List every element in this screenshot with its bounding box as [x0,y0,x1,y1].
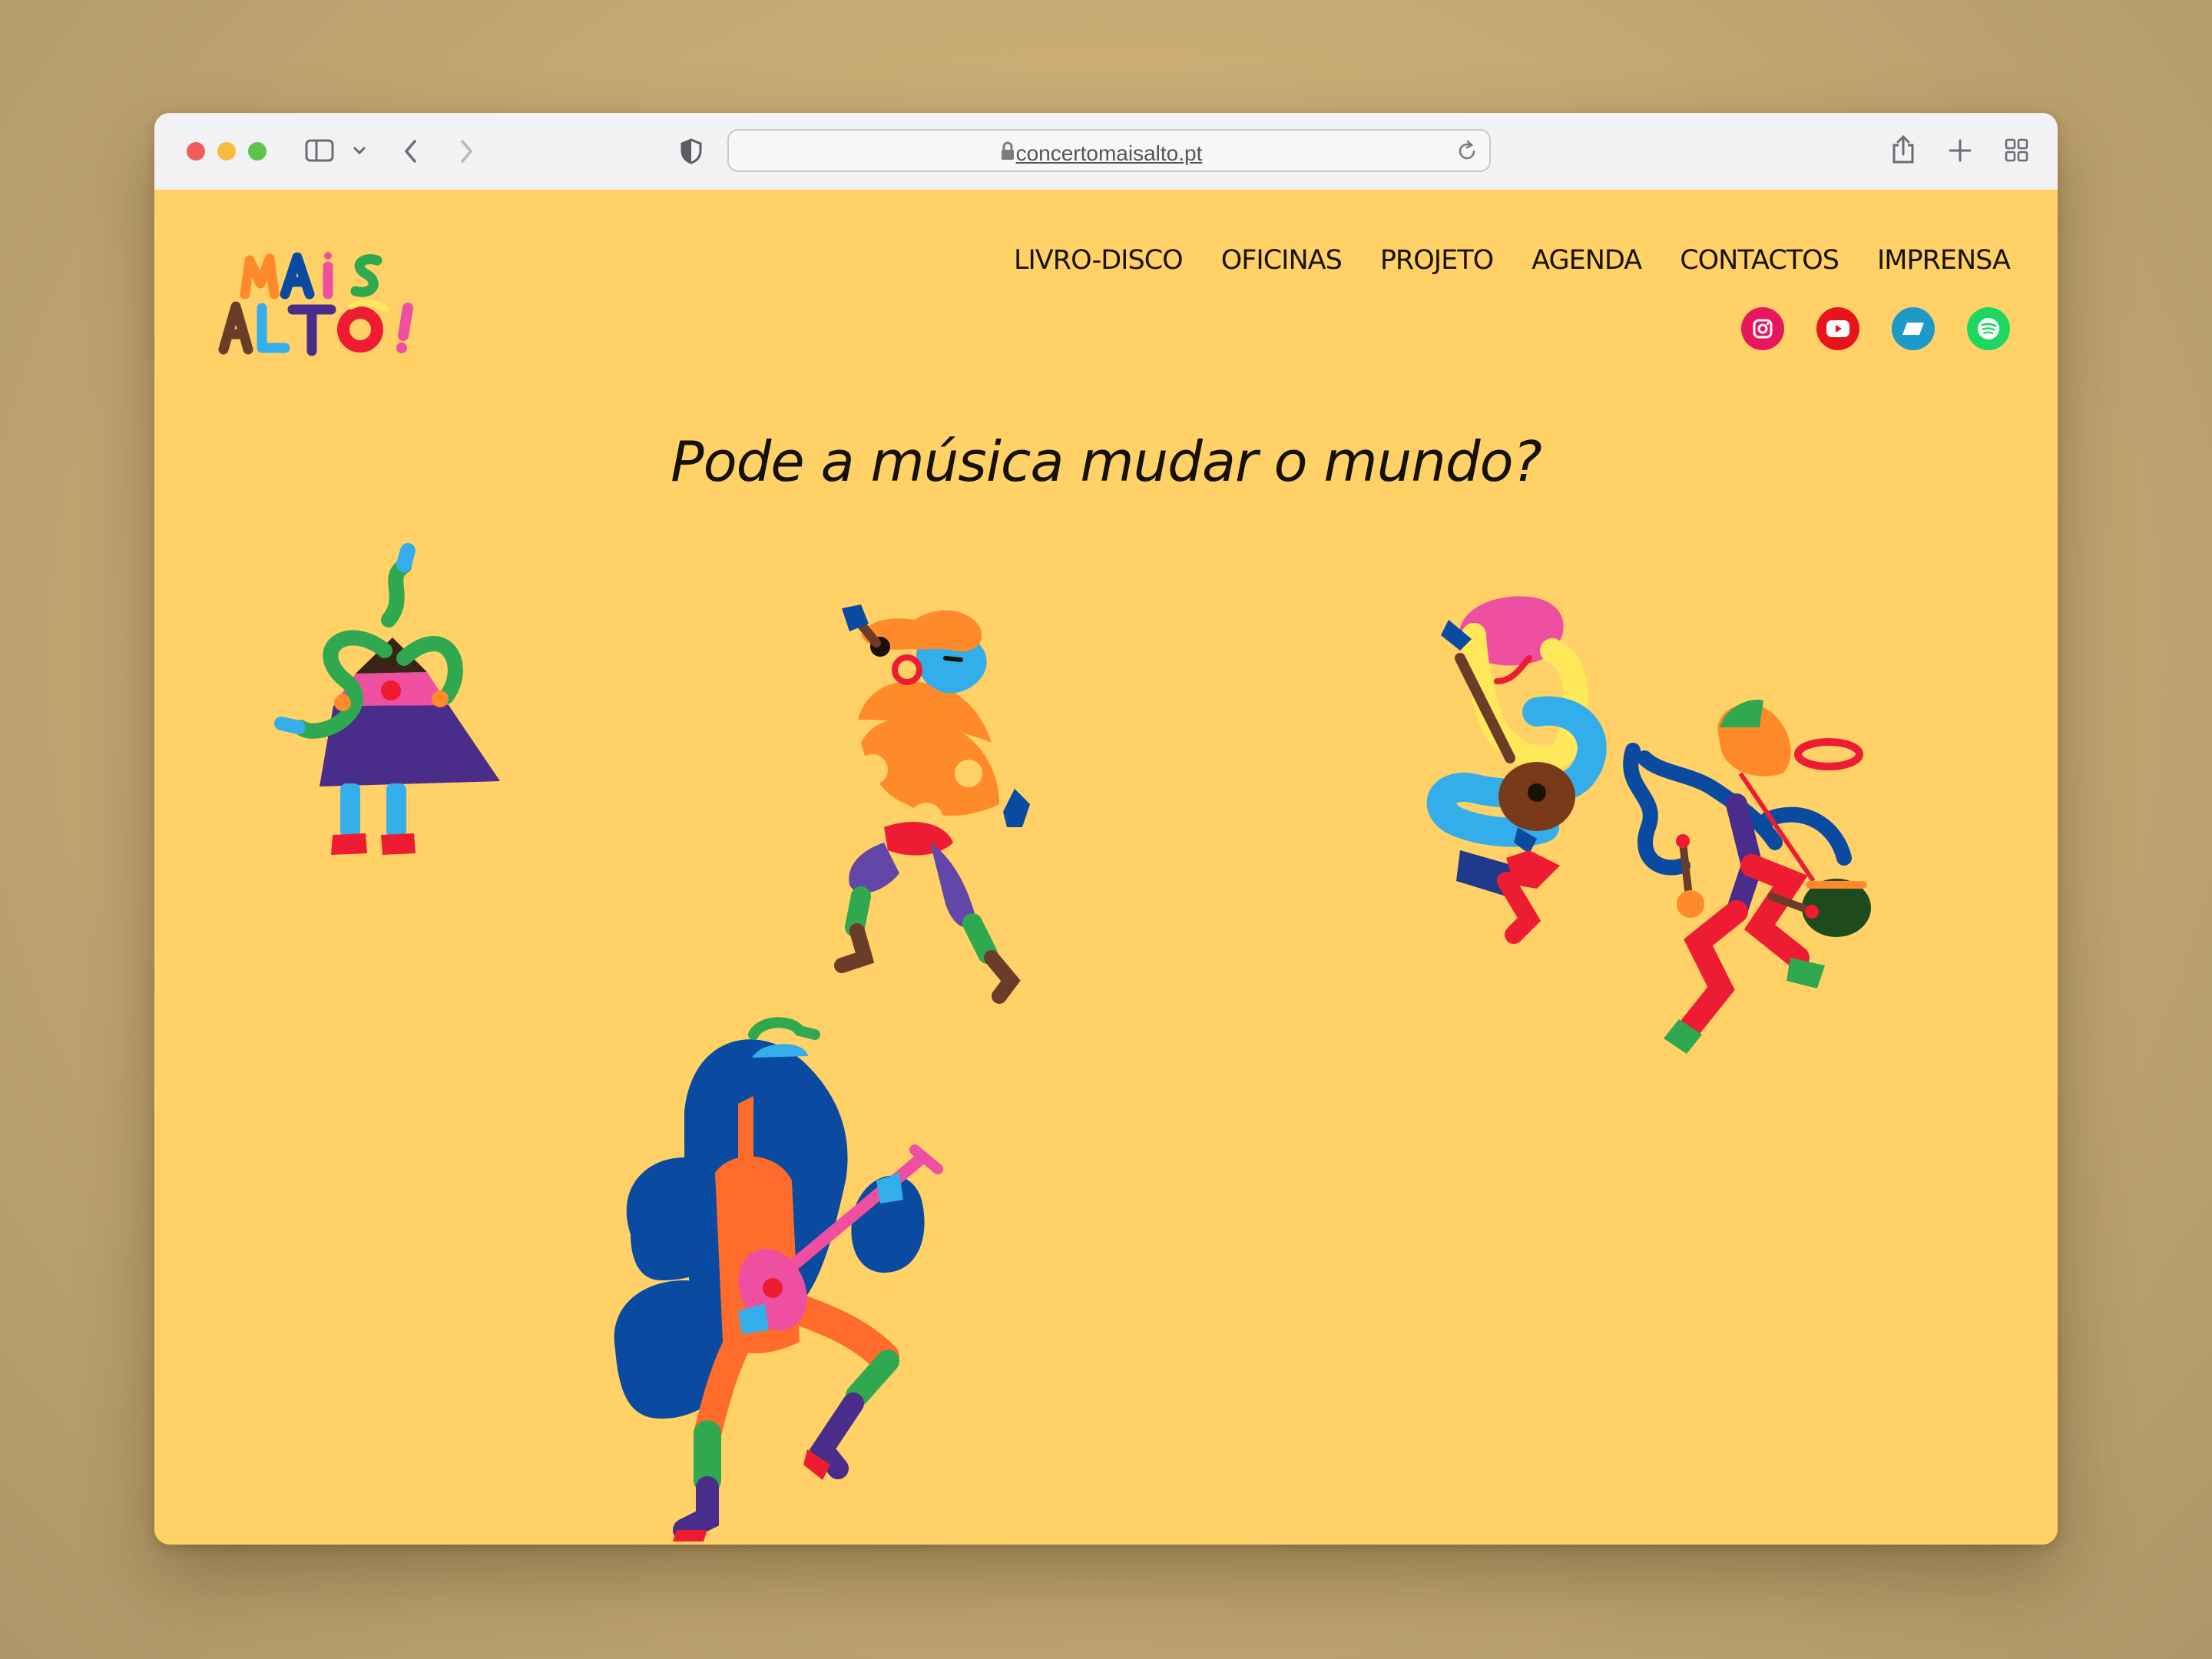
minimize-button[interactable] [217,142,236,161]
back-icon[interactable] [402,137,420,165]
singer-figure [834,604,1030,1004]
page-content: LIVRO-DISCO OFICINAS PROJETO AGENDA CONT… [154,190,2058,1545]
tab-overview-icon[interactable] [2004,137,2030,164]
hero-illustration [274,543,1871,1541]
url-text: concertomaisalto.pt [1015,141,1203,165]
new-tab-icon[interactable] [1947,137,1973,164]
zoom-button[interactable] [248,142,267,161]
browser-toolbar: concertomaisalto.pt [154,113,2058,191]
drummer-figure [1623,700,1871,1054]
triangle-musician-figure [274,543,500,855]
guitarist-figure [1426,596,1607,944]
browser-window: concertomaisalto.pt LIVRO-DISCO OFICINAS… [154,113,2058,1545]
shield-icon[interactable] [680,137,703,165]
close-button[interactable] [187,142,205,161]
forward-icon[interactable] [457,137,475,165]
reload-icon[interactable] [1455,140,1479,163]
address-bar[interactable]: concertomaisalto.pt [727,129,1491,172]
bassist-figure [614,1017,943,1541]
share-icon[interactable] [1890,134,1916,165]
chevron-down-icon[interactable] [353,145,366,156]
sidebar-icon[interactable] [305,139,336,164]
